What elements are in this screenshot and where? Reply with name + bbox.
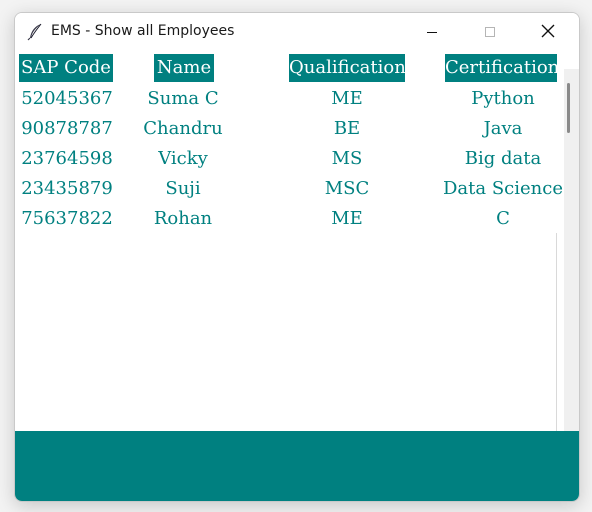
- cell-name: Suji: [165, 178, 201, 199]
- cell-qualification: MSC: [324, 178, 370, 199]
- cell-name: Chandru: [143, 118, 223, 139]
- employee-table: SAP Code Name Qualification Certificatio…: [15, 51, 579, 433]
- cell-certification: Java: [483, 118, 523, 139]
- header-certification: Certification: [445, 54, 559, 82]
- close-button[interactable]: [525, 13, 571, 51]
- cell-certification: Python: [471, 88, 535, 109]
- cell-certification: Data Science: [443, 178, 563, 199]
- cell-name: Vicky: [158, 148, 208, 169]
- cell-certification: C: [496, 208, 510, 229]
- cell-sap-code: 52045367: [21, 88, 113, 109]
- cell-name: Rohan: [153, 208, 213, 229]
- close-icon: [541, 23, 555, 42]
- cell-certification: Big data: [464, 148, 542, 169]
- header-qualification: Qualification: [289, 54, 406, 82]
- minimize-icon: [426, 23, 438, 42]
- feather-icon: [27, 23, 43, 41]
- footer-bar: [15, 431, 579, 501]
- cell-sap-code: 90878787: [21, 118, 113, 139]
- scrollbar-thumb[interactable]: [567, 83, 570, 133]
- cell-qualification: BE: [333, 118, 361, 139]
- cell-qualification: ME: [331, 88, 363, 109]
- minimize-button[interactable]: [409, 13, 455, 51]
- cell-qualification: ME: [331, 208, 363, 229]
- header-sap-code: SAP Code: [19, 54, 113, 82]
- title-bar[interactable]: EMS - Show all Employees: [15, 13, 579, 51]
- cell-sap-code: 23435879: [21, 178, 113, 199]
- maximize-icon: [484, 23, 496, 42]
- cell-sap-code: 23764598: [21, 148, 113, 169]
- maximize-button[interactable]: [467, 13, 513, 51]
- window-title: EMS - Show all Employees: [51, 23, 235, 39]
- header-name: Name: [154, 54, 214, 82]
- cell-qualification: MS: [331, 148, 363, 169]
- app-window: EMS - Show all Employees SAP Code Name Q…: [14, 12, 580, 502]
- column-divider: [556, 233, 557, 431]
- cell-sap-code: 75637822: [21, 208, 113, 229]
- cell-name: Suma C: [147, 88, 219, 109]
